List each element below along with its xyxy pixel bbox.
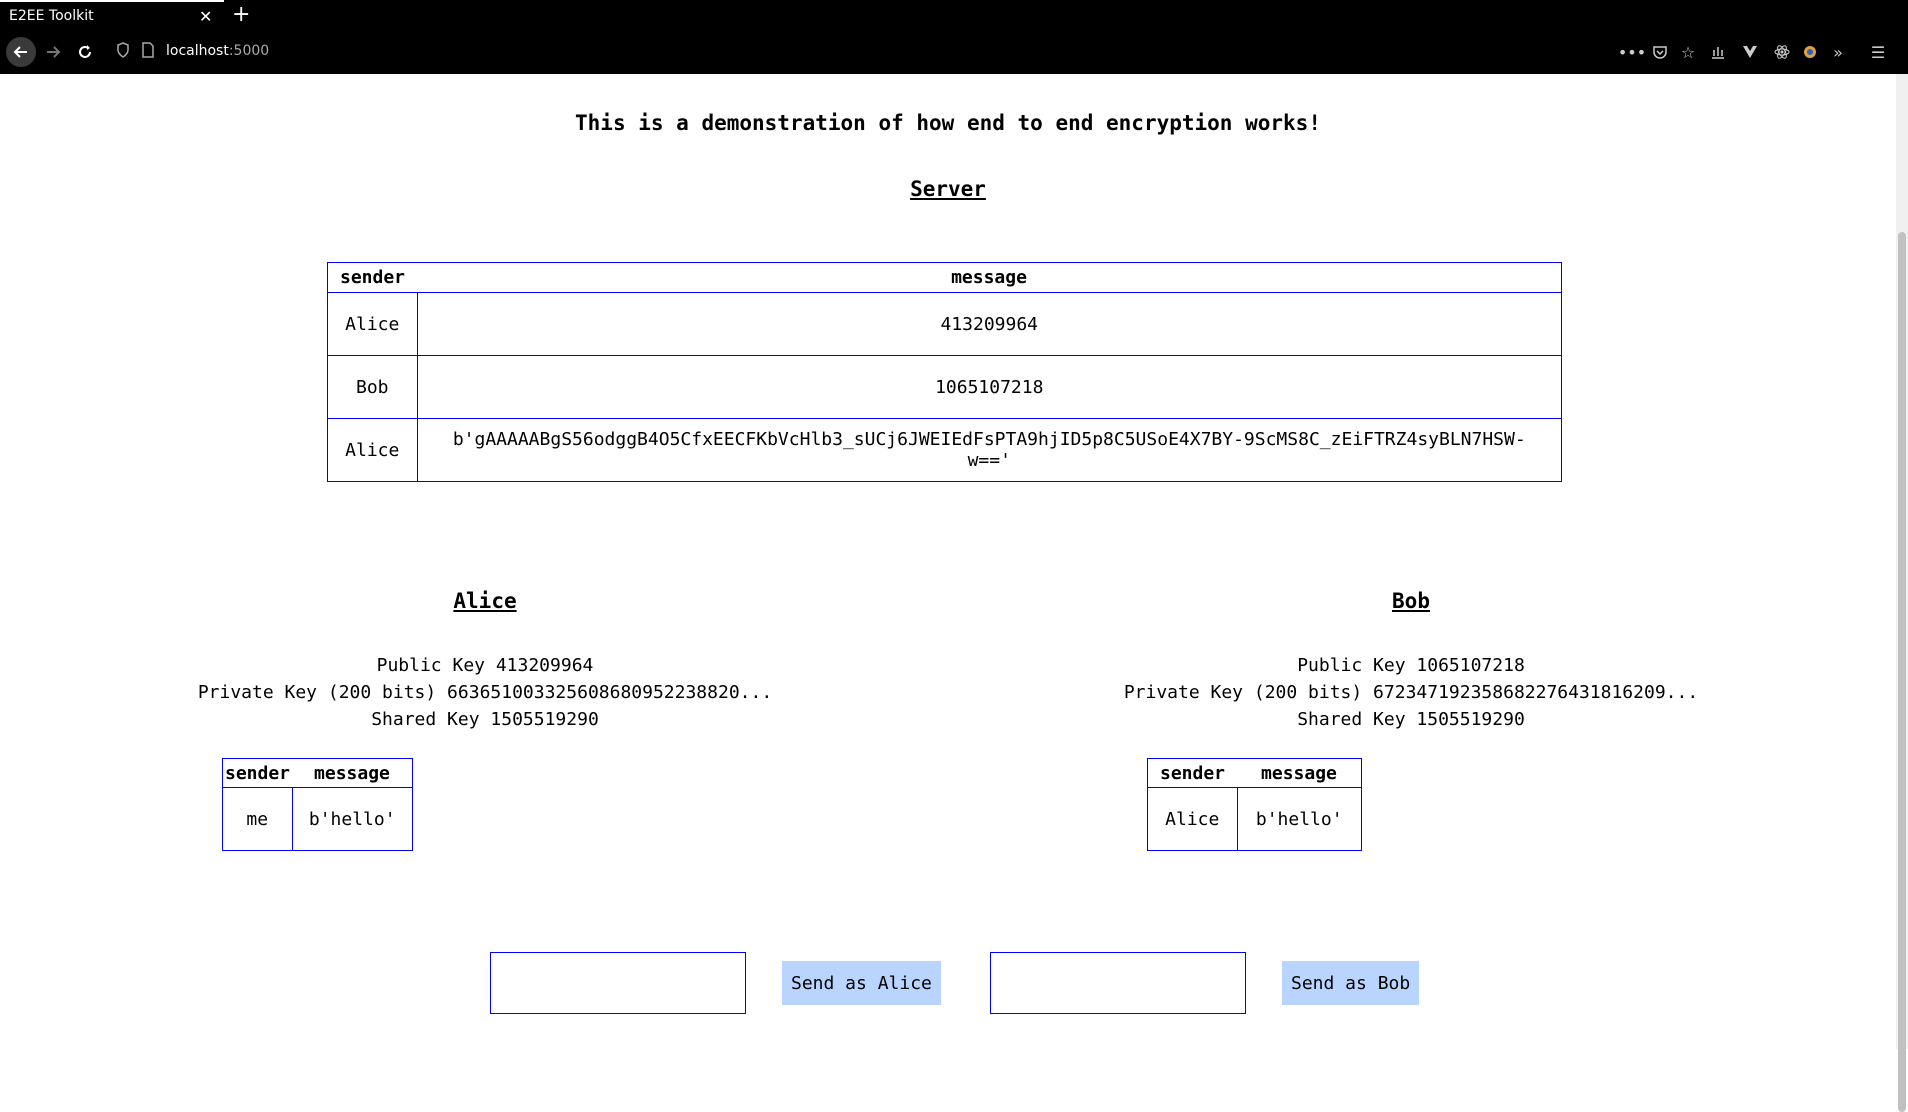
bob-keys: Public Key 1065107218 Private Key (200 b… [1111,652,1711,733]
message-cell: b'hello' [291,787,413,851]
sender-cell: Alice [1147,787,1238,851]
bob-header-row: sender message [1147,758,1362,788]
more-icon[interactable]: ••• [1618,38,1646,66]
bob-private-key: Private Key (200 bits) 67234719235868227… [1123,682,1699,703]
sender-header: sender [1147,758,1238,788]
sender-header: sender [327,262,418,293]
browser-tab[interactable]: E2EE Toolkit ✕ [0,0,224,30]
library-icon[interactable] [1704,38,1732,66]
message-cell: b'gAAAAABgS56odggB4O5CfxEECFKbVcHlb3_sUC… [416,418,1562,482]
page-content: This is a demonstration of how end to en… [0,74,1896,1049]
vue-devtools-icon[interactable] [1736,38,1764,66]
sender-cell: Alice [327,292,418,356]
alice-public-key: Public Key 413209964 [376,655,594,676]
server-header-row: sender message [327,262,1562,293]
url-bar[interactable]: localhost:5000 [112,40,1612,64]
url-text: localhost:5000 [166,43,270,59]
react-devtools-icon[interactable] [1768,38,1796,66]
new-tab-icon[interactable]: + [232,2,250,27]
reload-icon[interactable] [71,38,99,66]
page-icon [142,42,154,62]
server-table: sender message Alice 413209964 Bob 10651… [327,262,1562,482]
alice-header-row: sender message [222,758,413,788]
bob-title: Bob [1392,589,1430,613]
extension-icon[interactable] [1796,38,1824,66]
send-as-bob-button[interactable]: Send as Bob [1282,961,1420,1005]
overflow-icon[interactable]: » [1824,38,1852,66]
bob-message-input[interactable] [990,952,1246,1014]
sender-cell: Alice [327,418,418,482]
message-header: message [1237,758,1362,788]
table-row: Bob 1065107218 [327,355,1562,419]
alice-table: sender message me b'hello' [222,758,413,851]
page-heading: This is a demonstration of how end to en… [575,111,1321,135]
alice-message-input[interactable] [490,952,746,1014]
back-icon[interactable] [6,37,36,67]
send-as-alice-button[interactable]: Send as Alice [782,961,941,1005]
table-row: me b'hello' [222,787,413,851]
pocket-icon[interactable] [1646,38,1674,66]
star-icon[interactable]: ☆ [1674,38,1702,66]
page-scrollbar[interactable] [1896,74,1908,1112]
table-row: Alice b'hello' [1147,787,1362,851]
browser-nav-bar: localhost:5000 ••• ☆ » ☰ [0,30,1908,74]
bob-public-key: Public Key 1065107218 [1297,655,1525,676]
bob-table: sender message Alice b'hello' [1147,758,1362,851]
table-row: Alice b'gAAAAABgS56odggB4O5CfxEECFKbVcHl… [327,418,1562,482]
message-cell: 1065107218 [416,355,1562,419]
table-row: Alice 413209964 [327,292,1562,356]
bob-shared-key: Shared Key 1505519290 [1297,709,1525,730]
tab-title: E2EE Toolkit [9,8,94,24]
scrollbar-thumb[interactable] [1898,232,1906,1112]
sender-cell: Bob [327,355,418,419]
alice-title: Alice [453,589,517,613]
alice-private-key: Private Key (200 bits) 66365100332560868… [197,682,773,703]
toolbar-icons: ••• ☆ » ☰ [1618,38,1908,66]
shield-icon[interactable] [116,42,130,62]
server-title: Server [910,177,986,201]
forward-icon[interactable] [39,38,67,66]
alice-keys: Public Key 413209964 Private Key (200 bi… [185,652,785,733]
message-header: message [417,262,1562,293]
sender-cell: me [222,787,293,851]
message-header: message [292,758,413,788]
message-cell: b'hello' [1236,787,1362,851]
close-icon[interactable]: ✕ [199,7,212,26]
alice-shared-key: Shared Key 1505519290 [371,709,599,730]
menu-icon[interactable]: ☰ [1864,38,1892,66]
sender-header: sender [222,758,293,788]
message-cell: 413209964 [416,292,1562,356]
browser-tab-bar: E2EE Toolkit ✕ + [0,0,1908,30]
